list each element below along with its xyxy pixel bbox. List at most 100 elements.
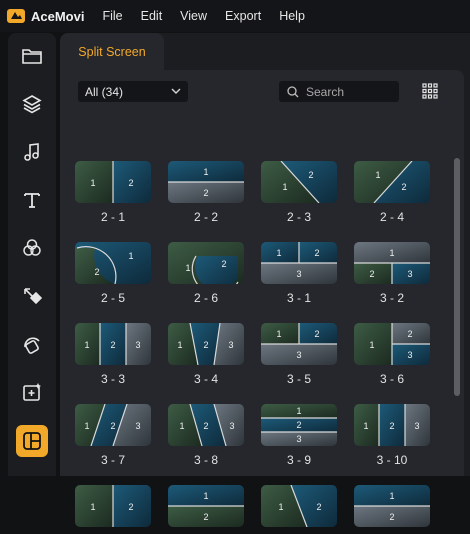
template-thumbnail: 1 2 3 xyxy=(75,323,151,365)
split-template-card[interactable]: 1 2 3 3 - 5 xyxy=(261,323,337,386)
region-number: 1 xyxy=(128,251,134,261)
template-thumbnail: 12 xyxy=(75,242,151,284)
region-number: 1 xyxy=(90,178,96,188)
region-number: 1 xyxy=(203,167,209,177)
template-label: 3 - 3 xyxy=(100,372,125,386)
tab-split-screen[interactable]: Split Screen xyxy=(60,33,164,70)
template-thumbnail: 1 2 3 xyxy=(168,404,244,446)
template-label: 2 - 3 xyxy=(286,210,311,224)
sidebar-item-audio[interactable] xyxy=(16,136,48,168)
sidebar-item-effects[interactable] xyxy=(16,376,48,408)
search-input[interactable] xyxy=(306,84,396,99)
region-number: 3 xyxy=(135,421,141,431)
menu-file[interactable]: File xyxy=(102,9,122,23)
split-screen-panel: Split Screen All (34) 122 - 1122 - 2122 … xyxy=(60,33,470,527)
split-template-card[interactable]: 1 2 3 3 - 4 xyxy=(168,323,244,386)
panel-content: All (34) 122 - 1122 - 2122 - 3122 - 4122… xyxy=(60,70,464,527)
region-number: 2 xyxy=(314,248,320,258)
region-number: 1 xyxy=(389,248,395,258)
menu-export[interactable]: Export xyxy=(225,9,261,23)
region-number: 1 xyxy=(276,329,282,339)
split-template-card[interactable]: 122 - 4 xyxy=(354,161,430,224)
region-number: 2 xyxy=(203,188,209,198)
region-number: 1 xyxy=(389,491,395,501)
music-icon xyxy=(24,143,39,161)
region-number: 3 xyxy=(296,434,302,444)
chevron-down-icon xyxy=(171,88,181,94)
split-template-card[interactable]: 122 - 1 xyxy=(75,161,151,224)
region-number: 3 xyxy=(228,340,234,350)
template-thumbnail: 12 xyxy=(168,485,244,527)
sidebar-item-layers[interactable] xyxy=(16,88,48,120)
sidebar-item-media[interactable] xyxy=(16,40,48,72)
region-number: 2 xyxy=(110,421,116,431)
layers-icon xyxy=(22,95,42,114)
split-template-card[interactable]: 12 xyxy=(75,485,151,534)
split-template-card[interactable]: 1 2 3 3 - 1 xyxy=(261,242,337,305)
region-number: 3 xyxy=(407,269,413,279)
split-template-card[interactable]: 122 - 6 xyxy=(168,242,244,305)
split-template-card[interactable]: 12 xyxy=(261,485,337,534)
sidebar-item-stickers[interactable] xyxy=(16,328,48,360)
split-template-card[interactable]: 12 xyxy=(168,485,244,534)
template-thumbnail: 1 2 3 xyxy=(354,404,430,446)
template-thumbnail: 1 2 3 xyxy=(261,242,337,284)
template-label: 3 - 8 xyxy=(193,453,218,467)
region-number: 1 xyxy=(203,491,209,501)
region-number: 2 xyxy=(203,340,209,350)
region-number: 3 xyxy=(414,421,420,431)
split-template-card[interactable]: 122 - 2 xyxy=(168,161,244,224)
template-label: 3 - 7 xyxy=(100,453,125,467)
menu-view[interactable]: View xyxy=(180,9,207,23)
region-number: 3 xyxy=(407,350,413,360)
split-template-card[interactable]: 1 2 3 3 - 6 xyxy=(354,323,430,386)
scrollbar-thumb[interactable] xyxy=(454,158,460,396)
filter-value: All (34) xyxy=(85,84,124,99)
region-number: 2 xyxy=(203,512,209,522)
sidebar-item-split-screen[interactable] xyxy=(16,425,48,457)
region-number: 2 xyxy=(128,502,134,512)
menu-bar: AceMovi File Edit View Export Help xyxy=(0,0,470,32)
split-template-card[interactable]: 122 - 5 xyxy=(75,242,151,305)
split-template-card[interactable]: 1 2 3 3 - 7 xyxy=(75,404,151,467)
split-template-card[interactable]: 1 2 3 3 - 2 xyxy=(354,242,430,305)
region-number: 2 xyxy=(316,502,322,512)
region-number: 1 xyxy=(278,502,284,512)
region-number: 1 xyxy=(276,248,282,258)
menu-help[interactable]: Help xyxy=(279,9,305,23)
split-template-card[interactable]: 12 xyxy=(354,485,430,534)
folder-icon xyxy=(22,49,42,64)
region-number: 2 xyxy=(221,259,227,269)
region-number: 1 xyxy=(179,421,185,431)
category-filter-dropdown[interactable]: All (34) xyxy=(78,81,188,102)
template-label: 2 - 5 xyxy=(100,291,125,305)
template-label: 3 - 4 xyxy=(193,372,218,386)
sidebar-item-transitions[interactable] xyxy=(16,280,48,312)
brand: AceMovi xyxy=(6,7,84,25)
split-template-card[interactable]: 1 2 3 3 - 3 xyxy=(75,323,151,386)
split-template-card[interactable]: 1 2 3 3 - 10 xyxy=(354,404,430,467)
split-template-card[interactable]: 122 - 3 xyxy=(261,161,337,224)
grid-view-icon[interactable] xyxy=(422,83,438,99)
template-thumbnail: 12 xyxy=(354,485,430,527)
menu-edit[interactable]: Edit xyxy=(141,9,163,23)
sidebar-item-text[interactable] xyxy=(16,184,48,216)
region-number: 2 xyxy=(314,329,320,339)
region-number: 1 xyxy=(296,406,302,416)
split-template-card[interactable]: 1 2 3 3 - 9 xyxy=(261,404,337,467)
region-number: 1 xyxy=(375,170,381,180)
template-thumbnail: 1 2 3 xyxy=(354,242,430,284)
template-label: 3 - 10 xyxy=(376,453,408,467)
template-thumbnail: 1 2 3 xyxy=(168,323,244,365)
search-icon xyxy=(287,85,299,97)
region-number: 1 xyxy=(369,340,375,350)
sidebar-item-filters[interactable] xyxy=(16,232,48,264)
region-number: 2 xyxy=(94,267,100,277)
template-label: 2 - 4 xyxy=(379,210,404,224)
template-thumbnail: 1 2 3 xyxy=(75,404,151,446)
search-box[interactable] xyxy=(279,81,399,102)
region-number: 1 xyxy=(84,421,90,431)
split-template-card[interactable]: 1 2 3 3 - 8 xyxy=(168,404,244,467)
region-number: 2 xyxy=(407,329,413,339)
template-label: 2 - 1 xyxy=(100,210,125,224)
